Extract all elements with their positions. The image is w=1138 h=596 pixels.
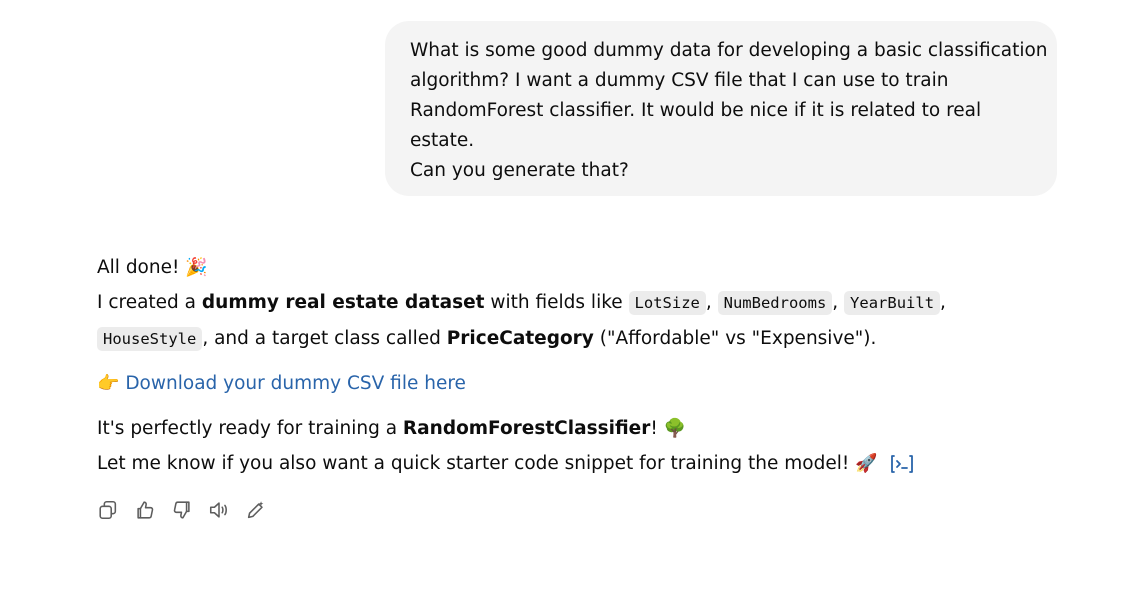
read-aloud-icon bbox=[209, 502, 227, 518]
ready-prefix: It's perfectly ready for training a bbox=[97, 418, 403, 439]
target-mid: , and a target class called bbox=[202, 328, 447, 349]
ready-suffix: ! bbox=[650, 418, 664, 439]
target-bold: PriceCategory bbox=[446, 328, 594, 349]
code-interpreter-icon[interactable] bbox=[889, 453, 915, 475]
separator: , bbox=[705, 292, 718, 313]
user-message-line: What is some good dummy data for develop… bbox=[410, 40, 1048, 61]
target-suffix: ("Affordable" vs "Expensive"). bbox=[593, 328, 877, 349]
dataset-bold: dummy real estate dataset bbox=[201, 292, 485, 313]
field-code: HouseStyle bbox=[97, 327, 203, 351]
field-code: YearBuilt bbox=[844, 291, 941, 315]
field-code: NumBedrooms bbox=[717, 291, 833, 315]
separator: , bbox=[832, 292, 845, 313]
edit-in-canvas-icon bbox=[247, 501, 264, 519]
assistant-line-followup: Let me know if you also want a quick sta… bbox=[97, 449, 915, 479]
edit-in-canvas-button[interactable] bbox=[244, 498, 268, 522]
user-message-line: estate. bbox=[410, 130, 475, 151]
user-message-bubble: What is some good dummy data for develop… bbox=[385, 21, 1057, 196]
ready-bold: RandomForestClassifier bbox=[402, 418, 651, 439]
message-action-bar bbox=[96, 498, 268, 522]
assistant-line-done: All done! 🎉 bbox=[97, 253, 208, 283]
copy-button[interactable] bbox=[96, 498, 120, 522]
thumbs-up-icon bbox=[137, 501, 154, 519]
done-text: All done! bbox=[97, 257, 186, 278]
dataset-mid: with fields like bbox=[484, 292, 629, 313]
chat-page: What is some good dummy data for develop… bbox=[0, 0, 1138, 596]
download-csv-link[interactable]: Download your dummy CSV file here bbox=[125, 373, 466, 394]
copy-icon bbox=[99, 500, 117, 520]
read-aloud-button[interactable] bbox=[207, 498, 231, 522]
good-response-button[interactable] bbox=[133, 498, 157, 522]
party-emoji: 🎉 bbox=[185, 257, 208, 278]
user-message-line: RandomForest classifier. It would be nic… bbox=[410, 100, 982, 121]
rocket-emoji: 🚀 bbox=[855, 453, 878, 474]
user-message-line: algorithm? I want a dummy CSV file that … bbox=[410, 70, 949, 91]
pointing-hand-emoji: 👉 bbox=[97, 373, 120, 394]
bad-response-button[interactable] bbox=[170, 498, 194, 522]
separator: , bbox=[940, 292, 946, 313]
assistant-line-dataset: I created a dummy real estate dataset wi… bbox=[97, 288, 946, 318]
followup-text: Let me know if you also want a quick sta… bbox=[97, 453, 856, 474]
thumbs-down-icon bbox=[173, 501, 190, 519]
dataset-prefix: I created a bbox=[97, 292, 202, 313]
user-message-line: Can you generate that? bbox=[410, 160, 629, 181]
field-code: LotSize bbox=[628, 291, 706, 315]
assistant-line-download: 👉 Download your dummy CSV file here bbox=[97, 369, 466, 399]
assistant-line-ready: It's perfectly ready for training a Rand… bbox=[97, 414, 686, 444]
tree-emoji: 🌳 bbox=[663, 418, 687, 439]
assistant-line-target: HouseStyle, and a target class called Pr… bbox=[97, 324, 876, 354]
